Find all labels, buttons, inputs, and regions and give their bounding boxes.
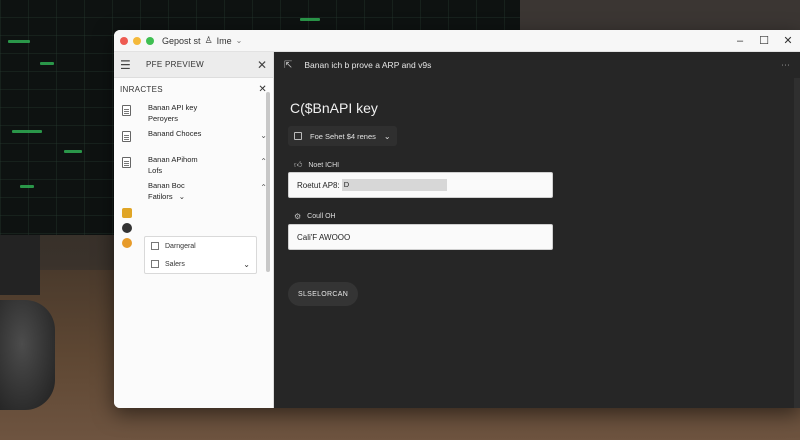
secondary-input[interactable]: Cali'F AWOOO	[288, 224, 553, 250]
thumb-icon: 👍︎	[294, 160, 303, 169]
sidebar-scrollbar[interactable]	[266, 92, 270, 272]
sidebar-item-sublabel: Lofs	[148, 166, 163, 175]
document-icon	[122, 157, 131, 168]
main-panel: ⇱ Banan ich b prove a ARP and v9s ⋯ C($B…	[274, 52, 800, 408]
minimize-button[interactable]: –	[728, 30, 752, 52]
window-controls: – ☐ ✕	[728, 30, 800, 52]
chevron-down-icon[interactable]: ⌄	[179, 192, 185, 201]
main-header: ⇱ Banan ich b prove a ARP and v9s ⋯	[274, 52, 800, 78]
selected-value: D	[341, 179, 447, 191]
main-header-text: Banan ich b prove a ARP and v9s	[304, 60, 432, 70]
sub-item-list: Darngeral Salers ⌄	[144, 236, 257, 274]
sidebar-item-boc[interactable]: Banan Boc Fatilors ⌄ ⌃	[114, 178, 273, 204]
document-icon	[122, 131, 131, 142]
sidebar-item-sublabel: Peroyers	[148, 114, 179, 123]
dropdown-label: Foe Sehet $4 renes	[310, 131, 376, 141]
sidebar-item-api-key[interactable]: Banan API key Peroyers	[114, 100, 273, 126]
traffic-lights	[120, 36, 154, 45]
monitor-led	[64, 150, 82, 153]
sidebar-header: ☰ PFE PREVIEW ✕	[114, 52, 273, 78]
field-label-1: 👍︎ Noet ICHI	[294, 160, 339, 170]
sidebar-item-apihom[interactable]: Banan APihom Lofs ⌃	[114, 152, 273, 178]
monitor-led	[12, 130, 42, 133]
sidebar-item-choces[interactable]: Banand Choces ⌄	[114, 126, 273, 152]
field-label-2: ⚙ Coull OH	[294, 212, 336, 221]
app-title: Gepost st ♙ Ime ⌄	[162, 35, 242, 46]
lock-icon	[294, 132, 302, 140]
maximize-button[interactable]: ☐	[752, 30, 776, 52]
circle-icon[interactable]	[122, 223, 132, 233]
list-item-label: Darngeral	[165, 242, 196, 250]
close-button[interactable]: ✕	[776, 30, 800, 52]
background-mouse	[0, 300, 55, 410]
chevron-down-icon: ⌄	[383, 131, 391, 141]
monitor-led	[40, 62, 54, 65]
main-scrollbar[interactable]	[794, 78, 800, 408]
chevron-down-icon[interactable]: ⌄	[236, 36, 243, 45]
folder-icon[interactable]	[122, 208, 132, 218]
sidebar-section-header: INRACTES ✕	[114, 78, 273, 100]
chevron-down-icon[interactable]: ⌄	[243, 260, 250, 269]
menu-icon[interactable]: ☰	[120, 58, 138, 72]
checkbox[interactable]	[151, 260, 159, 268]
sidebar-title: PFE PREVIEW	[146, 60, 204, 69]
app-icons	[122, 208, 132, 248]
field-label-text: Noet ICHI	[308, 161, 340, 169]
sidebar: ☰ PFE PREVIEW ✕ INRACTES ✕ Banan API key…	[114, 52, 274, 408]
sidebar-section-title: INRACTES	[120, 84, 163, 94]
background-monitor-stand	[0, 235, 40, 295]
app-title-text: Gepost st	[162, 35, 201, 46]
list-item-label: Salers	[165, 260, 185, 268]
sidebar-item-label: Banan APihom	[148, 155, 198, 164]
key-type-dropdown[interactable]: Foe Sehet $4 renes ⌄	[288, 126, 397, 146]
close-icon[interactable]: ✕	[257, 58, 267, 72]
list-item[interactable]: Salers ⌄	[145, 255, 256, 273]
gear-icon: ⚙	[294, 212, 302, 221]
user-icon: ♙	[204, 35, 213, 45]
field-value: Cali'F AWOOO	[297, 232, 351, 242]
select-button[interactable]: SLSELORCAN	[288, 282, 359, 306]
sidebar-item-sublabel: Fatilors	[148, 192, 173, 201]
list-item[interactable]: Darngeral	[145, 237, 256, 255]
document-icon	[122, 105, 131, 116]
badge-icon[interactable]	[122, 238, 132, 248]
checkbox[interactable]	[151, 242, 159, 250]
close-dot[interactable]	[120, 36, 128, 45]
field-prefix: Roetut AP8:	[297, 180, 340, 190]
sidebar-item-label: Banan API key	[148, 103, 198, 112]
title-bar: Gepost st ♙ Ime ⌄ – ☐ ✕	[114, 30, 800, 52]
monitor-led	[8, 40, 30, 43]
monitor-led	[20, 185, 34, 188]
sidebar-item-label: Banan Boc	[148, 181, 185, 190]
api-key-input[interactable]: Roetut AP8: D	[288, 172, 553, 198]
sidebar-item-label: Banand Choces	[148, 129, 202, 138]
back-icon[interactable]: ⇱	[284, 60, 292, 71]
zoom-dot[interactable]	[146, 36, 154, 45]
monitor-led	[300, 18, 320, 21]
more-icon[interactable]: ⋯	[781, 60, 790, 71]
field-label-text: Coull OH	[307, 213, 336, 220]
app-title-tail: Ime	[216, 35, 232, 46]
minimize-dot[interactable]	[133, 36, 141, 45]
app-window: Gepost st ♙ Ime ⌄ – ☐ ✕ ☰ PFE PREVIEW ✕ …	[114, 30, 800, 408]
page-title: C($BnAPI key	[290, 100, 378, 116]
